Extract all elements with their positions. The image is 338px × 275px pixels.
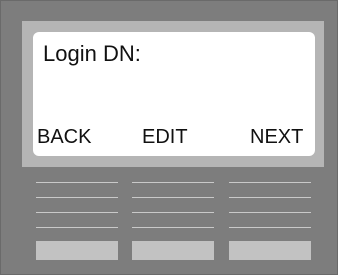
grille-line <box>132 197 214 198</box>
softkey-back-button[interactable] <box>36 241 118 260</box>
grille-line <box>132 212 214 213</box>
grille-line <box>132 227 214 228</box>
softkey-back-label: BACK <box>37 126 92 148</box>
display-bezel: Login DN: BACK EDIT NEXT <box>22 21 324 167</box>
phone-housing: Login DN: BACK EDIT NEXT <box>0 0 338 275</box>
grille-line <box>229 227 311 228</box>
grille-line <box>36 212 118 213</box>
grille-line <box>229 197 311 198</box>
login-dn-prompt: Login DN: <box>43 41 141 66</box>
grille-line <box>36 182 118 183</box>
grille-line <box>36 227 118 228</box>
lcd-screen: Login DN: BACK EDIT NEXT <box>33 32 315 156</box>
grille-line <box>132 182 214 183</box>
softkey-next-button[interactable] <box>229 241 311 260</box>
grille-line <box>229 182 311 183</box>
grille-line <box>36 197 118 198</box>
softkey-edit-label: EDIT <box>142 126 188 148</box>
grille-line <box>229 212 311 213</box>
softkey-next-label: NEXT <box>250 126 304 148</box>
softkey-edit-button[interactable] <box>132 241 214 260</box>
